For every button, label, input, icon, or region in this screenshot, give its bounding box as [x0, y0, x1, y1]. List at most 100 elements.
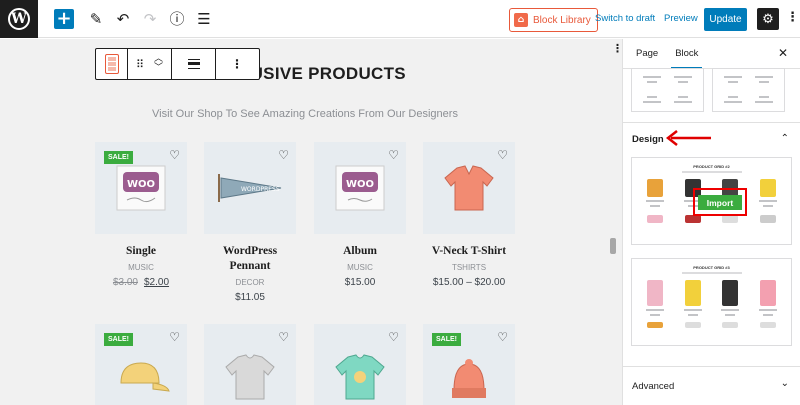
block-type-button[interactable]	[96, 49, 128, 79]
move-down-icon[interactable]: ﹀	[154, 64, 163, 73]
product-image[interactable]: ♡ WORDPRESS	[204, 142, 296, 234]
block-toolbar: ⠿ ︿ ﹀ ⋮	[95, 48, 260, 80]
wishlist-heart-icon[interactable]: ♡	[169, 148, 180, 162]
product-card[interactable]: SALE! ♡ WOO Single MUSIC $3.00 $2.00	[95, 142, 187, 288]
tshirt-icon	[335, 354, 385, 400]
product-price: $15.00 – $20.00	[432, 277, 506, 288]
product-image[interactable]: SALE! ♡	[423, 324, 515, 405]
editor-top-bar: W + ✎ ↶ ↷ ⓘ ☰ ⌂ Block Library Switch to …	[0, 0, 800, 38]
cap-icon	[120, 362, 170, 392]
product-image[interactable]: ♡	[204, 324, 296, 405]
block-library-button[interactable]: ⌂ Block Library	[509, 8, 598, 32]
product-name[interactable]: Single	[95, 244, 187, 259]
design-panel-heading[interactable]: Design	[632, 134, 664, 145]
product-category: MUSIC	[347, 263, 373, 272]
wishlist-heart-icon[interactable]: ♡	[278, 148, 289, 162]
align-button[interactable]	[172, 49, 216, 79]
redo-icon[interactable]: ↷	[138, 0, 162, 38]
update-button[interactable]: Update	[704, 8, 747, 31]
wordpress-logo-button[interactable]: W	[0, 0, 38, 38]
product-card[interactable]: ♡ WOO Album MUSIC $15.00	[314, 142, 406, 288]
product-category: DECOR	[235, 278, 265, 287]
product-price: $3.00 $2.00	[95, 277, 187, 288]
vinyl-woo-icon: WOO	[116, 165, 166, 211]
undo-icon[interactable]: ↶	[111, 0, 135, 38]
pennant-icon: WORDPRESS	[218, 174, 282, 202]
sale-badge: SALE!	[432, 333, 461, 346]
list-view-icon[interactable]: ☰	[192, 0, 216, 38]
product-image[interactable]: ♡ WOO	[314, 142, 406, 234]
svg-text:WOO: WOO	[127, 179, 155, 190]
template-thumbnail[interactable]	[712, 68, 785, 112]
advanced-panel-heading[interactable]: Advanced	[632, 381, 674, 392]
preview-button[interactable]: Preview	[664, 13, 698, 24]
product-card[interactable]: ♡ V-Neck T-Shirt TSHIRTS $15.00 – $20.00	[423, 142, 515, 288]
section-title[interactable]: EXCLUSIVE PRODUCTS	[0, 64, 610, 84]
wordpress-icon: W	[8, 7, 30, 30]
tab-page[interactable]: Page	[632, 39, 662, 69]
more-options-icon[interactable]: ⋮	[786, 10, 799, 25]
product-image[interactable]: SALE! ♡	[95, 324, 187, 405]
template-thumbnail[interactable]	[631, 68, 704, 112]
svg-text:WOO: WOO	[346, 179, 374, 190]
add-block-button[interactable]: +	[54, 8, 74, 29]
wishlist-heart-icon[interactable]: ♡	[388, 330, 399, 344]
product-name[interactable]: V-Neck T-Shirt	[423, 244, 515, 259]
block-library-label: Block Library	[533, 14, 591, 26]
move-controls: ⠿ ︿ ﹀	[128, 49, 172, 79]
editor-canvas: ⋮ EXCLUSIVE PRODUCTS Visit Our Shop To S…	[0, 39, 622, 405]
vneck-tshirt-icon	[444, 165, 494, 211]
product-image[interactable]: ♡	[314, 324, 406, 405]
sale-badge: SALE!	[104, 151, 133, 164]
product-card[interactable]: ♡	[204, 324, 296, 405]
design-template-grid-3[interactable]: PRODUCT GRID #3	[631, 258, 792, 346]
chevron-up-icon[interactable]: ⌃	[781, 133, 789, 144]
product-name[interactable]: WordPress Pennant	[204, 244, 296, 274]
sidebar-tabs: Page Block ✕	[623, 39, 800, 69]
album-woo-icon: WOO	[335, 165, 385, 211]
shopping-bag-icon: ⌂	[514, 13, 528, 27]
block-options-icon[interactable]: ⋮	[216, 49, 258, 79]
annotation-arrow-icon	[665, 130, 711, 146]
template-title: PRODUCT GRID #2	[693, 164, 730, 169]
design-template-grid-2[interactable]: PRODUCT GRID #2 Import	[631, 157, 792, 245]
drag-handle-icon[interactable]: ⠿	[136, 58, 144, 71]
highlight-box	[693, 188, 747, 216]
settings-gear-icon[interactable]: ⚙	[757, 8, 779, 30]
canvas-scrollbar[interactable]	[610, 238, 616, 254]
product-grid-icon	[104, 54, 119, 74]
product-card[interactable]: ♡ WORDPRESS WordPress Pennant DECOR $11.…	[204, 142, 296, 303]
product-image[interactable]: ♡	[423, 142, 515, 234]
product-category: TSHIRTS	[451, 263, 487, 272]
sale-price: $2.00	[144, 277, 170, 288]
wishlist-heart-icon[interactable]: ♡	[388, 148, 399, 162]
wishlist-heart-icon[interactable]: ♡	[497, 148, 508, 162]
wishlist-heart-icon[interactable]: ♡	[497, 330, 508, 344]
wishlist-heart-icon[interactable]: ♡	[278, 330, 289, 344]
product-card[interactable]: SALE! ♡	[95, 324, 187, 405]
product-name[interactable]: Album	[314, 244, 406, 259]
tab-block[interactable]: Block	[671, 39, 703, 69]
product-card[interactable]: ♡	[314, 324, 406, 405]
product-card[interactable]: SALE! ♡	[423, 324, 515, 405]
product-category: MUSIC	[128, 263, 154, 272]
pen-tool-icon[interactable]: ✎	[84, 0, 108, 38]
product-price: $11.05	[235, 292, 265, 303]
close-icon[interactable]: ✕	[778, 46, 788, 60]
product-price: $15.00	[344, 277, 376, 288]
beanie-icon	[452, 359, 486, 398]
vertical-dots-icon: ⋮	[612, 42, 622, 55]
settings-sidebar: Page Block ✕ Design ⌃ PRODUCT GRID #2 Im…	[622, 39, 800, 405]
old-price: $3.00	[112, 277, 138, 288]
product-image[interactable]: SALE! ♡ WOO	[95, 142, 187, 234]
section-subtitle[interactable]: Visit Our Shop To See Amazing Creations …	[0, 108, 610, 120]
info-icon[interactable]: ⓘ	[165, 0, 189, 38]
wishlist-heart-icon[interactable]: ♡	[169, 330, 180, 344]
svg-text:WORDPRESS: WORDPRESS	[241, 186, 280, 193]
chevron-down-icon[interactable]: ⌄	[781, 378, 789, 389]
sale-badge: SALE!	[104, 333, 133, 346]
tshirt-icon	[225, 354, 275, 400]
align-icon	[187, 59, 200, 69]
switch-to-draft-button[interactable]: Switch to draft	[595, 13, 655, 24]
template-title: PRODUCT GRID #3	[693, 265, 730, 270]
